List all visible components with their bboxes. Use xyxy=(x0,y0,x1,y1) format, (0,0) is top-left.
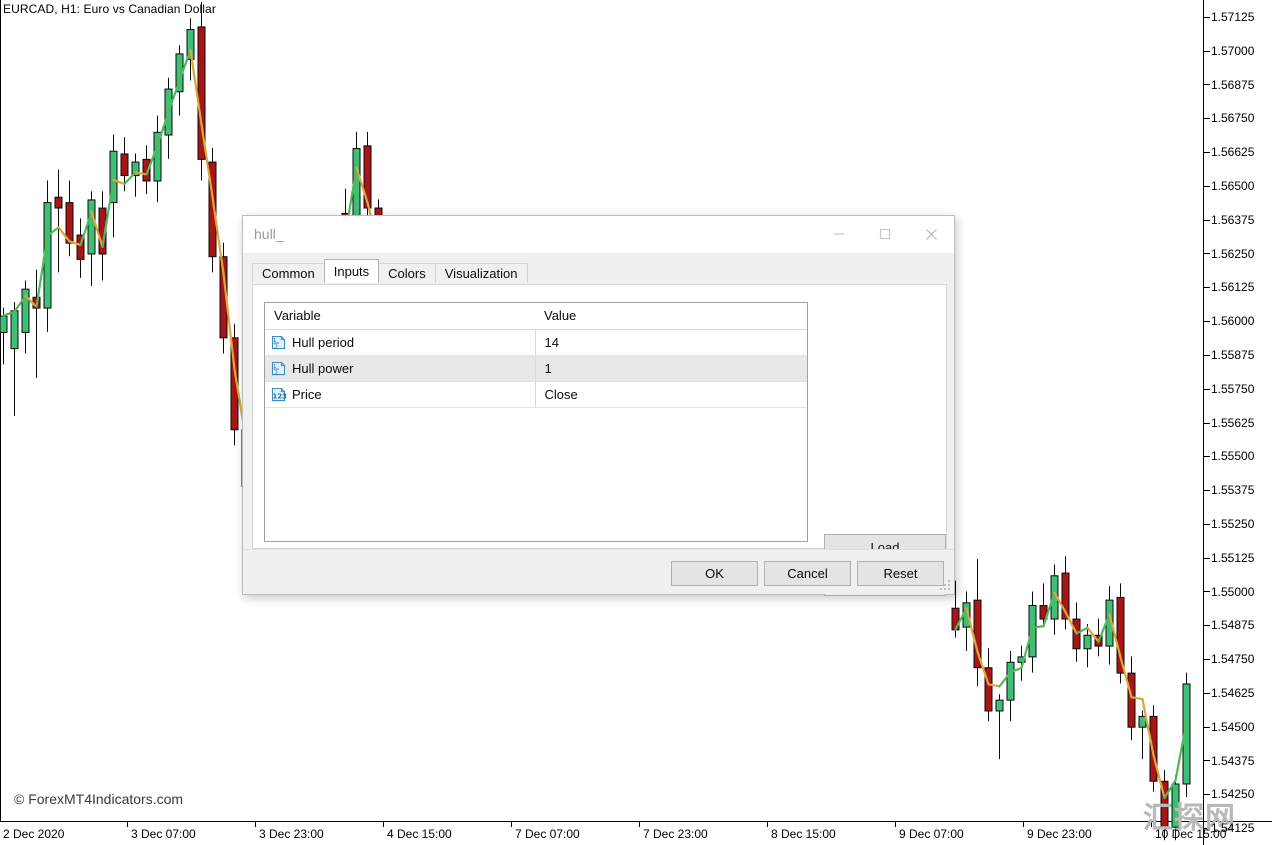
price-axis-label: 1.55750 xyxy=(1211,382,1254,396)
tab-common[interactable]: Common xyxy=(252,263,325,283)
inputs-table: Variable Value 12Hull period1412Hull pow… xyxy=(265,303,807,408)
price-axis-label: 1.56000 xyxy=(1211,314,1254,328)
chart-copyright-label: © ForexMT4Indicators.com xyxy=(14,791,183,807)
ok-button[interactable]: OK xyxy=(671,561,758,586)
price-axis-label: 1.56500 xyxy=(1211,179,1254,193)
inputs-tab-panel: Variable Value 12Hull period1412Hull pow… xyxy=(252,284,947,549)
numeric-input-icon: 12 xyxy=(271,361,286,376)
dialog-title: hull_ xyxy=(254,226,284,242)
price-axis-label: 1.54500 xyxy=(1211,720,1254,734)
dialog-tab-strip[interactable]: Common Inputs Colors Visualization xyxy=(252,261,527,283)
price-axis-label: 1.56625 xyxy=(1211,145,1254,159)
table-row[interactable]: 12 Hull power 1 xyxy=(265,356,807,382)
tab-label: Colors xyxy=(388,266,426,281)
time-axis-label: 9 Dec 23:00 xyxy=(1027,827,1092,841)
variable-cell[interactable]: 123 Price xyxy=(265,382,535,408)
tab-inputs[interactable]: Inputs xyxy=(324,259,379,283)
cancel-button[interactable]: Cancel xyxy=(764,561,851,586)
resize-grip-icon[interactable] xyxy=(939,579,952,592)
time-axis-label: 10 Dec 15:00 xyxy=(1155,827,1226,841)
table-header-row: Variable Value xyxy=(265,303,807,330)
close-button[interactable] xyxy=(908,216,954,252)
time-axis-label: 7 Dec 07:00 xyxy=(515,827,580,841)
column-header-value: Value xyxy=(535,303,807,330)
dialog-footer: OK Cancel Reset xyxy=(243,549,954,594)
price-axis-label: 1.56250 xyxy=(1211,247,1254,261)
time-axis-label: 2 Dec 2020 xyxy=(3,827,64,841)
indicator-properties-dialog[interactable]: hull_ xyxy=(242,215,955,595)
price-axis-label: 1.57125 xyxy=(1211,10,1254,24)
reset-button[interactable]: Reset xyxy=(857,561,944,586)
svg-text:123: 123 xyxy=(273,393,287,401)
price-axis-label: 1.54750 xyxy=(1211,652,1254,666)
price-axis-label: 1.55375 xyxy=(1211,483,1254,497)
maximize-button[interactable] xyxy=(862,216,908,252)
dialog-titlebar[interactable]: hull_ xyxy=(243,216,954,254)
price-axis-label: 1.55000 xyxy=(1211,585,1254,599)
price-axis-label: 1.55500 xyxy=(1211,449,1254,463)
price-axis-label: 1.54625 xyxy=(1211,686,1254,700)
price-axis-label: 1.55250 xyxy=(1211,517,1254,531)
table-row[interactable]: 123 Price Close xyxy=(265,382,807,408)
price-axis-label: 1.54250 xyxy=(1211,787,1254,801)
price-axis-label: 1.56375 xyxy=(1211,213,1254,227)
close-icon xyxy=(925,228,938,241)
inputs-table-container[interactable]: Variable Value 12Hull period1412Hull pow… xyxy=(264,302,808,542)
variable-label: Hull power xyxy=(292,361,353,376)
time-axis-label: 7 Dec 23:00 xyxy=(643,827,708,841)
time-axis-label: 3 Dec 07:00 xyxy=(131,827,196,841)
time-axis-label: 8 Dec 15:00 xyxy=(771,827,836,841)
value-cell[interactable]: 14 xyxy=(535,330,807,356)
column-header-variable: Variable xyxy=(265,303,535,330)
price-axis-label: 1.55125 xyxy=(1211,551,1254,565)
variable-cell[interactable]: 12 Hull period xyxy=(265,330,535,356)
variable-cell[interactable]: 12 Hull power xyxy=(265,356,535,382)
price-axis-label: 1.54875 xyxy=(1211,618,1254,632)
mt4-chart-window: EURCAD, H1: Euro vs Canadian Dollar © Fo… xyxy=(0,0,1272,845)
price-axis-label: 1.56125 xyxy=(1211,280,1254,294)
tab-label: Visualization xyxy=(445,266,518,281)
table-row[interactable]: 12 Hull period 14 xyxy=(265,330,807,356)
minimize-icon xyxy=(833,228,845,240)
price-axis-label: 1.55625 xyxy=(1211,416,1254,430)
maximize-icon xyxy=(879,228,891,240)
time-axis-label: 9 Dec 07:00 xyxy=(899,827,964,841)
price-axis-label: 1.54375 xyxy=(1211,754,1254,768)
svg-text:2: 2 xyxy=(274,345,278,351)
variable-label: Hull period xyxy=(292,335,354,350)
variable-label: Price xyxy=(292,387,322,402)
tab-label: Inputs xyxy=(334,264,369,279)
price-axis-label: 1.57000 xyxy=(1211,44,1254,58)
value-cell[interactable]: 1 xyxy=(535,356,807,382)
time-axis-label: 3 Dec 23:00 xyxy=(259,827,324,841)
price-axis-label: 1.56750 xyxy=(1211,111,1254,125)
tab-colors[interactable]: Colors xyxy=(378,263,436,283)
tab-label: Common xyxy=(262,266,315,281)
enum-input-icon: 123 xyxy=(271,387,286,402)
price-axis-label: 1.56875 xyxy=(1211,78,1254,92)
tab-visualization[interactable]: Visualization xyxy=(435,263,528,283)
numeric-input-icon: 12 xyxy=(271,335,286,350)
price-axis-label: 1.55875 xyxy=(1211,348,1254,362)
chart-symbol-label: EURCAD, H1: Euro vs Canadian Dollar xyxy=(3,2,216,16)
svg-text:2: 2 xyxy=(274,371,278,377)
time-axis-label: 4 Dec 15:00 xyxy=(387,827,452,841)
minimize-button[interactable] xyxy=(816,216,862,252)
value-cell[interactable]: Close xyxy=(535,382,807,408)
